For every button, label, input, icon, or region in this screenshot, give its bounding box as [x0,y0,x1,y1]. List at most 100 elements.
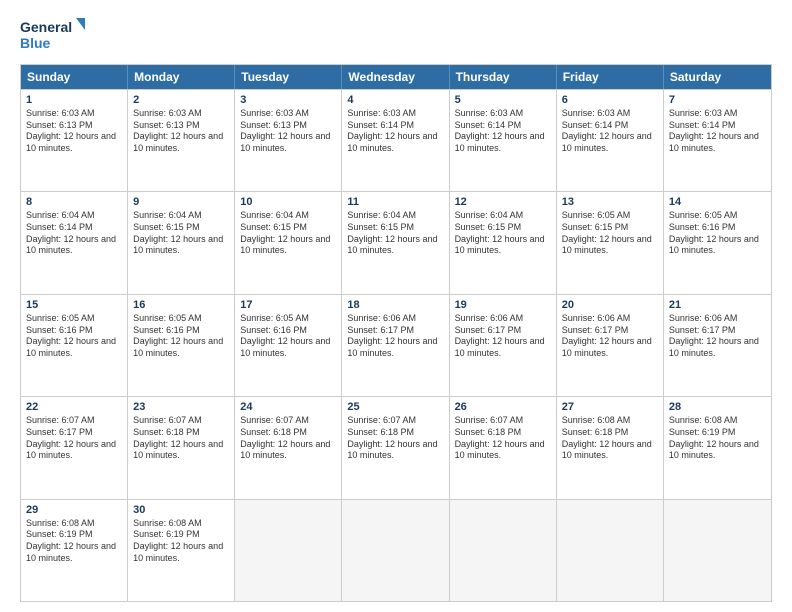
cal-cell: 17 Sunrise: 6:05 AM Sunset: 6:16 PM Dayli… [235,295,342,396]
cell-info: Sunrise: 6:04 AM Sunset: 6:15 PM Dayligh… [240,210,336,257]
cell-info: Sunrise: 6:03 AM Sunset: 6:14 PM Dayligh… [669,108,766,155]
cal-cell: 20 Sunrise: 6:06 AM Sunset: 6:17 PM Dayli… [557,295,664,396]
day-number: 19 [455,299,551,311]
cal-cell: 7 Sunrise: 6:03 AM Sunset: 6:14 PM Daylig… [664,90,771,191]
cell-info: Sunrise: 6:03 AM Sunset: 6:14 PM Dayligh… [562,108,658,155]
cell-info: Sunrise: 6:07 AM Sunset: 6:18 PM Dayligh… [455,415,551,462]
day-number: 9 [133,196,229,208]
cell-info: Sunrise: 6:04 AM Sunset: 6:14 PM Dayligh… [26,210,122,257]
cal-cell: 15 Sunrise: 6:05 AM Sunset: 6:16 PM Dayli… [21,295,128,396]
day-number: 5 [455,94,551,106]
day-number: 7 [669,94,766,106]
cal-cell: 12Sunrise: 6:04 AM Sunset: 6:15 PM Dayli… [450,192,557,293]
logo: General Blue [20,16,90,54]
svg-text:General: General [20,19,72,35]
day-number: 21 [669,299,766,311]
day-of-week-sunday: Sunday [21,65,128,89]
cal-cell: 19 Sunrise: 6:06 AM Sunset: 6:17 PM Dayli… [450,295,557,396]
day-number: 24 [240,401,336,413]
cal-cell: 22 Sunrise: 6:07 AM Sunset: 6:17 PM Dayli… [21,397,128,498]
cal-cell [557,500,664,601]
cal-cell: 14 Sunrise: 6:05 AM Sunset: 6:16 PM Dayli… [664,192,771,293]
day-number: 11 [347,196,443,208]
cal-cell: 30 Sunrise: 6:08 AM Sunset: 6:19 PM Dayli… [128,500,235,601]
day-number: 3 [240,94,336,106]
cal-cell [235,500,342,601]
day-number: 2 [133,94,229,106]
cal-cell [450,500,557,601]
cell-info: Sunrise: 6:04 AM Sunset: 6:15 PM Dayligh… [347,210,443,257]
cal-cell: 8 Sunrise: 6:04 AM Sunset: 6:14 PM Daylig… [21,192,128,293]
day-number: 15 [26,299,122,311]
day-of-week-friday: Friday [557,65,664,89]
cal-cell: 16 Sunrise: 6:05 AM Sunset: 6:16 PM Dayli… [128,295,235,396]
cal-cell: 4Sunrise: 6:03 AM Sunset: 6:14 PM Daylig… [342,90,449,191]
day-number: 25 [347,401,443,413]
cell-info: Sunrise: 6:08 AM Sunset: 6:19 PM Dayligh… [26,518,122,565]
day-number: 30 [133,504,229,516]
cell-info: Sunrise: 6:05 AM Sunset: 6:16 PM Dayligh… [669,210,766,257]
day-of-week-monday: Monday [128,65,235,89]
week-row-0: 1Sunrise: 6:03 AM Sunset: 6:13 PM Daylig… [21,89,771,191]
cell-info: Sunrise: 6:05 AM Sunset: 6:16 PM Dayligh… [26,313,122,360]
cal-cell: 1Sunrise: 6:03 AM Sunset: 6:13 PM Daylig… [21,90,128,191]
cell-info: Sunrise: 6:07 AM Sunset: 6:18 PM Dayligh… [347,415,443,462]
day-number: 22 [26,401,122,413]
day-of-week-wednesday: Wednesday [342,65,449,89]
cal-cell: 27 Sunrise: 6:08 AM Sunset: 6:18 PM Dayli… [557,397,664,498]
cell-info: Sunrise: 6:06 AM Sunset: 6:17 PM Dayligh… [562,313,658,360]
cal-cell: 13 Sunrise: 6:05 AM Sunset: 6:15 PM Dayli… [557,192,664,293]
cal-cell: 25 Sunrise: 6:07 AM Sunset: 6:18 PM Dayli… [342,397,449,498]
day-number: 18 [347,299,443,311]
cell-info: Sunrise: 6:05 AM Sunset: 6:15 PM Dayligh… [562,210,658,257]
day-number: 14 [669,196,766,208]
cell-info: Sunrise: 6:06 AM Sunset: 6:17 PM Dayligh… [669,313,766,360]
cal-cell: 26 Sunrise: 6:07 AM Sunset: 6:18 PM Dayli… [450,397,557,498]
cell-info: Sunrise: 6:06 AM Sunset: 6:17 PM Dayligh… [455,313,551,360]
day-number: 26 [455,401,551,413]
day-number: 28 [669,401,766,413]
cell-info: Sunrise: 6:05 AM Sunset: 6:16 PM Dayligh… [133,313,229,360]
day-number: 23 [133,401,229,413]
cell-info: Sunrise: 6:03 AM Sunset: 6:14 PM Dayligh… [455,108,551,155]
week-row-1: 8 Sunrise: 6:04 AM Sunset: 6:14 PM Daylig… [21,191,771,293]
cell-info: Sunrise: 6:04 AM Sunset: 6:15 PM Dayligh… [133,210,229,257]
cell-info: Sunrise: 6:07 AM Sunset: 6:18 PM Dayligh… [133,415,229,462]
cal-cell: 29Sunrise: 6:08 AM Sunset: 6:19 PM Dayli… [21,500,128,601]
cell-info: Sunrise: 6:03 AM Sunset: 6:13 PM Dayligh… [240,108,336,155]
day-number: 17 [240,299,336,311]
cal-cell: 2 Sunrise: 6:03 AM Sunset: 6:13 PM Daylig… [128,90,235,191]
day-number: 10 [240,196,336,208]
day-number: 27 [562,401,658,413]
day-number: 16 [133,299,229,311]
svg-text:Blue: Blue [20,35,51,51]
calendar-header: SundayMondayTuesdayWednesdayThursdayFrid… [21,65,771,89]
day-number: 12 [455,196,551,208]
calendar-body: 1Sunrise: 6:03 AM Sunset: 6:13 PM Daylig… [21,89,771,601]
cell-info: Sunrise: 6:06 AM Sunset: 6:17 PM Dayligh… [347,313,443,360]
cal-cell: 9 Sunrise: 6:04 AM Sunset: 6:15 PM Daylig… [128,192,235,293]
week-row-2: 15 Sunrise: 6:05 AM Sunset: 6:16 PM Dayli… [21,294,771,396]
cal-cell: 23 Sunrise: 6:07 AM Sunset: 6:18 PM Dayli… [128,397,235,498]
cal-cell: 11 Sunrise: 6:04 AM Sunset: 6:15 PM Dayli… [342,192,449,293]
cal-cell: 28Sunrise: 6:08 AM Sunset: 6:19 PM Dayli… [664,397,771,498]
day-number: 8 [26,196,122,208]
day-number: 4 [347,94,443,106]
cell-info: Sunrise: 6:08 AM Sunset: 6:19 PM Dayligh… [133,518,229,565]
cell-info: Sunrise: 6:07 AM Sunset: 6:17 PM Dayligh… [26,415,122,462]
cal-cell: 6Sunrise: 6:03 AM Sunset: 6:14 PM Daylig… [557,90,664,191]
cal-cell: 10 Sunrise: 6:04 AM Sunset: 6:15 PM Dayli… [235,192,342,293]
cell-info: Sunrise: 6:05 AM Sunset: 6:16 PM Dayligh… [240,313,336,360]
day-number: 13 [562,196,658,208]
day-number: 20 [562,299,658,311]
cell-info: Sunrise: 6:08 AM Sunset: 6:18 PM Dayligh… [562,415,658,462]
cal-cell: 3 Sunrise: 6:03 AM Sunset: 6:13 PM Daylig… [235,90,342,191]
day-of-week-saturday: Saturday [664,65,771,89]
cal-cell: 18 Sunrise: 6:06 AM Sunset: 6:17 PM Dayli… [342,295,449,396]
cell-info: Sunrise: 6:03 AM Sunset: 6:13 PM Dayligh… [133,108,229,155]
header: General Blue [20,16,772,54]
cal-cell: 21 Sunrise: 6:06 AM Sunset: 6:17 PM Dayli… [664,295,771,396]
page: General Blue SundayMondayTuesdayWednesda… [0,0,792,612]
day-of-week-tuesday: Tuesday [235,65,342,89]
cell-info: Sunrise: 6:03 AM Sunset: 6:13 PM Dayligh… [26,108,122,155]
